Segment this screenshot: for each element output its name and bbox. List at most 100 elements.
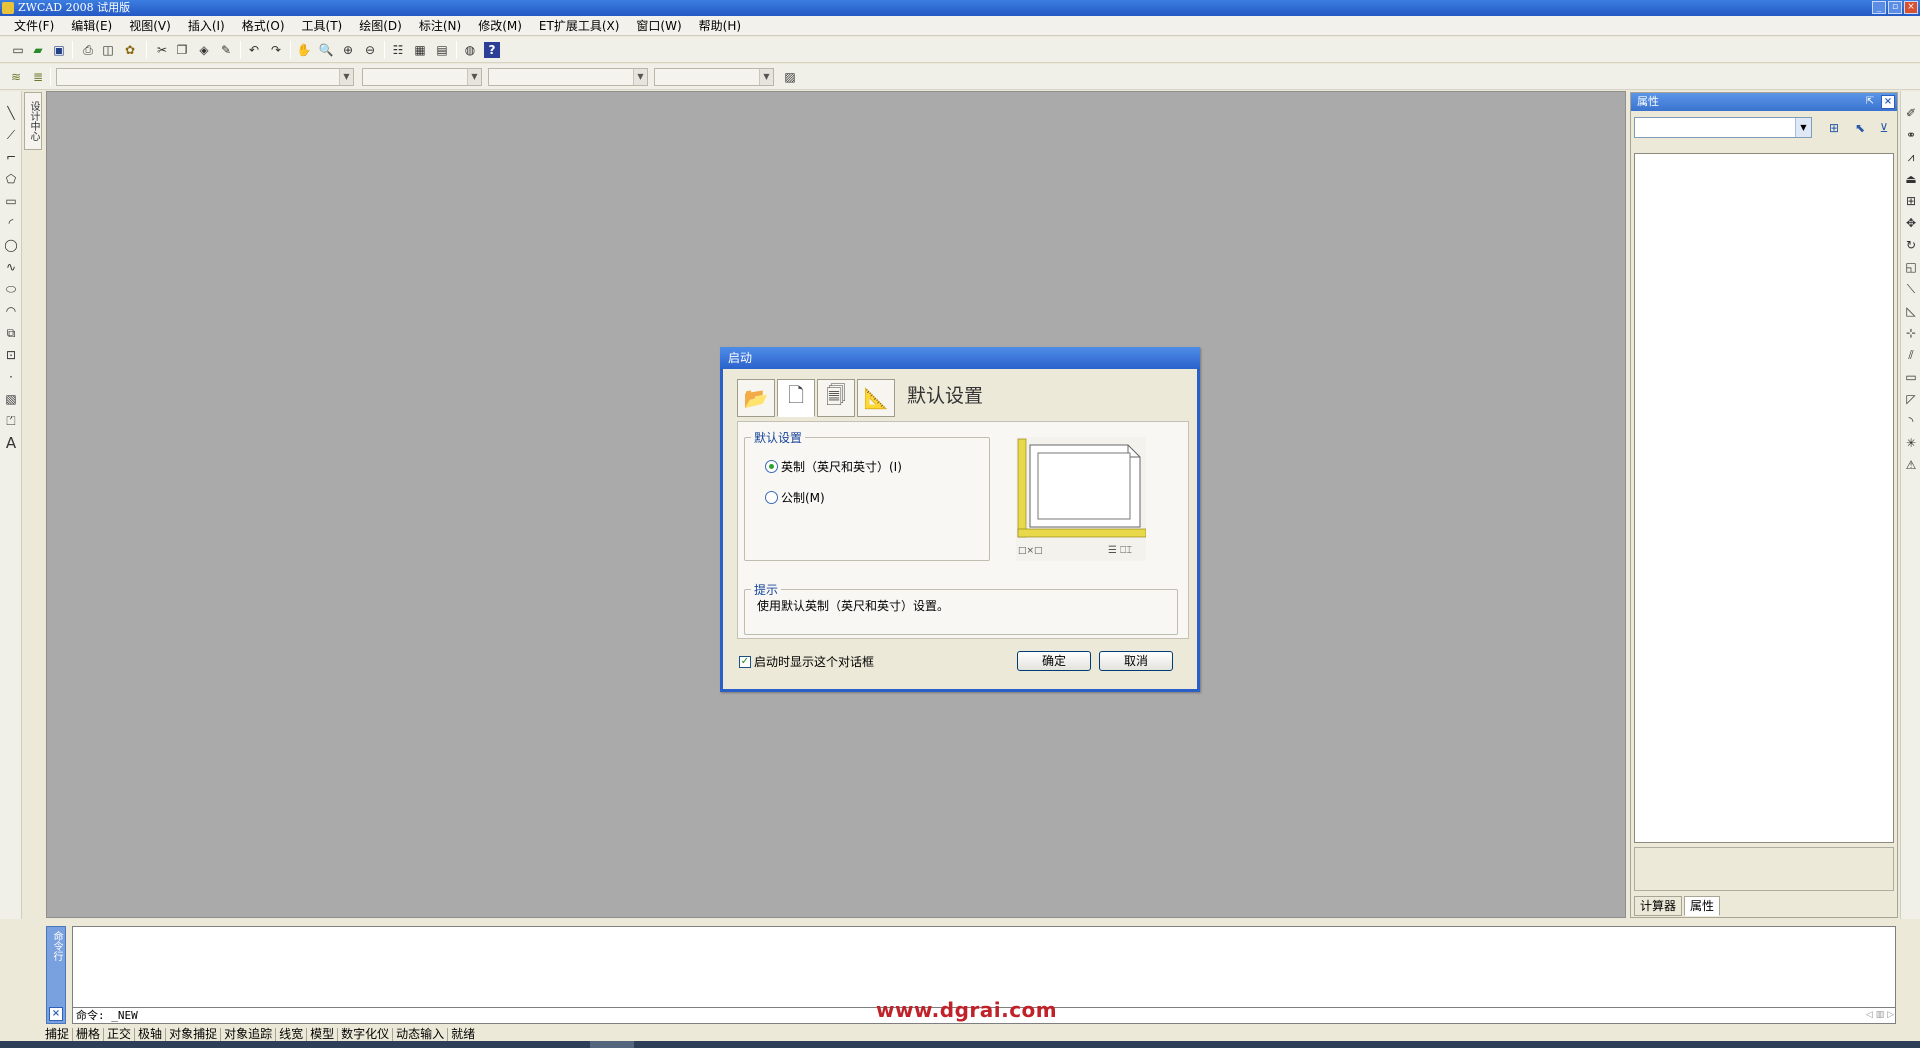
property-list[interactable] [1634, 153, 1894, 843]
mirror-icon[interactable]: ⩘ [1903, 149, 1919, 165]
print-icon[interactable]: ⎙ [80, 42, 96, 58]
minimize-button[interactable]: _ [1872, 1, 1886, 14]
fillet-icon[interactable]: ◝ [1903, 413, 1919, 429]
status-snap[interactable]: 捕捉 [42, 1027, 74, 1041]
open-icon[interactable]: ▰ [30, 42, 46, 58]
menu-et-tools[interactable]: ET扩展工具(X) [539, 17, 620, 34]
status-osnap[interactable]: 对象捕捉 [166, 1027, 222, 1041]
cancel-button[interactable]: 取消 [1099, 651, 1173, 671]
extend-icon[interactable]: ⫽ [1903, 347, 1919, 363]
design-center-tab[interactable]: 设计中心 [24, 92, 42, 150]
imperial-option[interactable]: 英制（英尺和英寸）(I) [765, 458, 902, 475]
start-from-scratch-icon[interactable]: 🗋 [777, 379, 815, 417]
paste-icon[interactable]: ◈ [196, 42, 212, 58]
menu-draw[interactable]: 绘图(D) [359, 17, 402, 34]
quick-select-icon[interactable]: ⊞ [1825, 119, 1843, 137]
new-icon[interactable]: ▭ [10, 42, 26, 58]
select-objects-icon[interactable]: ⬉ [1851, 119, 1869, 137]
ellipse-arc-icon[interactable]: ◠ [3, 303, 19, 319]
restore-button[interactable]: ▫ [1888, 1, 1902, 14]
zoom-previous-icon[interactable]: ⊖ [362, 42, 378, 58]
status-grid[interactable]: 栅格 [73, 1027, 105, 1041]
menu-insert[interactable]: 插入(I) [188, 17, 225, 34]
zoom-window-icon[interactable]: ⊕ [340, 42, 356, 58]
tab-calculator[interactable]: 计算器 [1634, 896, 1683, 916]
close-icon[interactable]: × [1881, 95, 1895, 109]
undo-icon[interactable]: ↶ [246, 42, 262, 58]
menu-modify[interactable]: 修改(M) [478, 17, 522, 34]
copy-object-icon[interactable]: ⚭ [1903, 127, 1919, 143]
design-center-icon[interactable]: ▦ [412, 42, 428, 58]
insert-block-icon[interactable]: ⧉ [3, 325, 19, 341]
plot-style-icon[interactable]: ▨ [782, 69, 798, 85]
line-icon[interactable]: ╲ [3, 105, 19, 121]
calculator-icon[interactable]: ◍ [462, 42, 478, 58]
use-template-icon[interactable]: 🗐 [817, 379, 855, 417]
array-icon[interactable]: ⊞ [1903, 193, 1919, 209]
rotate-icon[interactable]: ↻ [1903, 237, 1919, 253]
ok-button[interactable]: 确定 [1017, 651, 1091, 671]
hatch-icon[interactable]: ▧ [3, 391, 19, 407]
polygon-icon[interactable]: ⬠ [3, 171, 19, 187]
menu-format[interactable]: 格式(O) [242, 17, 285, 34]
command-history[interactable] [72, 926, 1896, 1008]
lineweight-combo[interactable]: ▼ [654, 68, 774, 86]
construction-line-icon[interactable]: ⟋ [3, 127, 19, 143]
point-icon[interactable]: · [3, 369, 19, 385]
text-icon[interactable]: A [3, 435, 19, 451]
menu-dimension[interactable]: 标注(N) [419, 17, 461, 34]
copy-icon[interactable]: ❐ [174, 42, 190, 58]
open-drawing-icon[interactable]: 📂 [737, 379, 775, 417]
metric-option[interactable]: 公制(M) [765, 489, 825, 506]
cut-icon[interactable]: ✂ [154, 42, 170, 58]
rectangle-icon[interactable]: ▭ [3, 193, 19, 209]
pin-icon[interactable]: ⇱ [1863, 95, 1877, 109]
circle-icon[interactable]: ◯ [3, 237, 19, 253]
explode-icon[interactable]: ✳ [1903, 435, 1919, 451]
use-wizard-icon[interactable]: 📐 [857, 379, 895, 417]
show-on-startup-checkbox[interactable]: ✓ [739, 655, 751, 668]
arc-icon[interactable]: ◜ [3, 215, 19, 231]
menu-window[interactable]: 窗口(W) [636, 17, 681, 34]
close-button[interactable]: × [1904, 1, 1918, 14]
match-properties-icon[interactable]: ✎ [218, 42, 234, 58]
menu-view[interactable]: 视图(V) [129, 17, 171, 34]
region-icon[interactable]: ⏍ [3, 413, 19, 429]
print-preview-icon[interactable]: ◫ [100, 42, 116, 58]
layer-previous-icon[interactable]: ≣ [30, 69, 46, 85]
menu-edit[interactable]: 编辑(E) [71, 17, 112, 34]
break-icon[interactable]: ▭ [1903, 369, 1919, 385]
offset-icon[interactable]: ⏏ [1903, 171, 1919, 187]
status-otrack[interactable]: 对象追踪 [221, 1027, 277, 1041]
spline-icon[interactable]: ∿ [3, 259, 19, 275]
stretch-icon[interactable]: ⟍ [1903, 281, 1919, 297]
object-select-combo[interactable]: ▼ [1634, 117, 1812, 138]
trim-icon[interactable]: ⊹ [1903, 325, 1919, 341]
status-model[interactable]: 模型 [307, 1027, 339, 1041]
layer-manager-icon[interactable]: ≋ [8, 69, 24, 85]
erase-icon[interactable]: ✐ [1903, 105, 1919, 121]
toggle-pickadd-icon[interactable]: ⊻ [1875, 119, 1893, 137]
color-combo[interactable]: ▼ [362, 68, 482, 86]
move-icon[interactable]: ✥ [1903, 215, 1919, 231]
redo-icon[interactable]: ↷ [268, 42, 284, 58]
scale-icon[interactable]: ◱ [1903, 259, 1919, 275]
properties-icon[interactable]: ☷ [390, 42, 406, 58]
status-dynamic-input[interactable]: 动态输入 [393, 1027, 449, 1041]
zoom-realtime-icon[interactable]: 🔍 [318, 42, 334, 58]
radio-metric[interactable] [765, 491, 778, 504]
status-ortho[interactable]: 正交 [104, 1027, 136, 1041]
polyline-icon[interactable]: ⌐ [3, 149, 19, 165]
layer-combo[interactable]: ▼ [56, 68, 354, 86]
menu-tools[interactable]: 工具(T) [302, 17, 343, 34]
close-icon[interactable]: × [49, 1007, 63, 1021]
lengthen-icon[interactable]: ◺ [1903, 303, 1919, 319]
ellipse-icon[interactable]: ⬭ [3, 281, 19, 297]
tab-properties[interactable]: 属性 [1684, 896, 1721, 916]
menu-help[interactable]: 帮助(H) [699, 17, 741, 34]
status-lineweight[interactable]: 线宽 [276, 1027, 308, 1041]
tool-palette-icon[interactable]: ▤ [434, 42, 450, 58]
menu-file[interactable]: 文件(F) [14, 17, 54, 34]
publish-icon[interactable]: ✿ [122, 42, 138, 58]
flatten-icon[interactable]: ⚠ [1903, 457, 1919, 473]
